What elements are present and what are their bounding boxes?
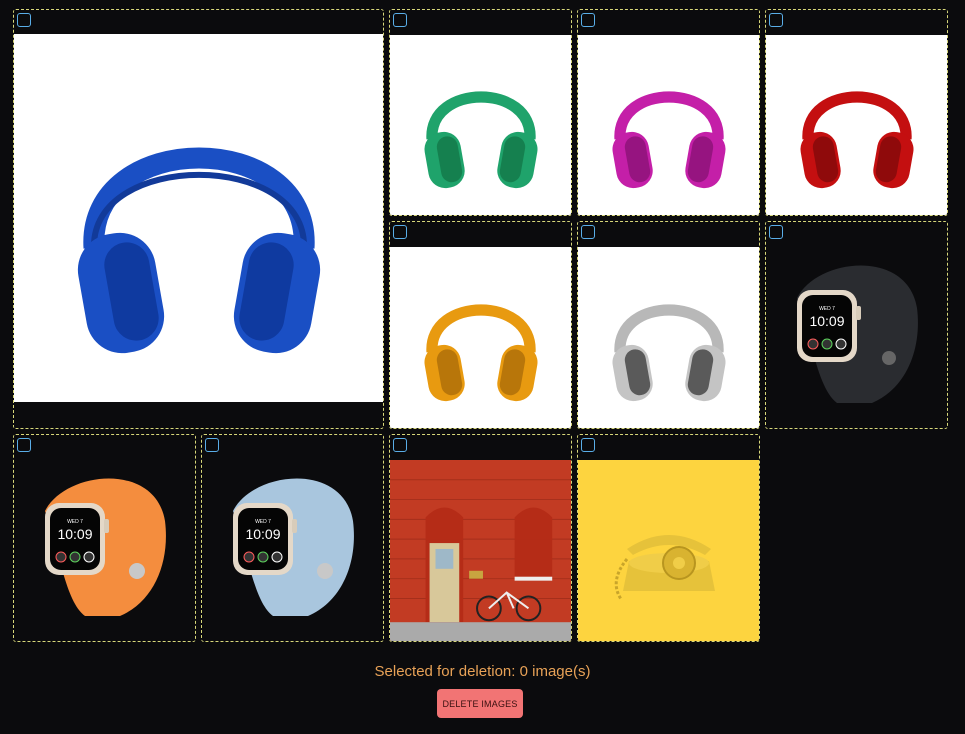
item-header xyxy=(390,10,571,35)
watch-day: WED 7 xyxy=(255,519,271,525)
select-checkbox[interactable] xyxy=(205,438,219,452)
select-checkbox[interactable] xyxy=(393,438,407,452)
headphones-image xyxy=(578,35,759,215)
select-checkbox[interactable] xyxy=(769,225,783,239)
gallery-item-watch-orange[interactable]: WED 7 10:09 xyxy=(13,434,196,642)
select-checkbox[interactable] xyxy=(769,13,783,27)
gallery-item-watch-lightblue[interactable]: WED 7 10:09 xyxy=(201,434,384,642)
item-header xyxy=(390,435,571,460)
watch-time: 10:09 xyxy=(809,313,844,329)
headphones-image xyxy=(390,247,571,428)
watch-image: WED 7 10:09 xyxy=(202,435,383,641)
selection-status: Selected for deletion: 0 image(s) xyxy=(374,663,591,680)
watch-day: WED 7 xyxy=(67,519,83,525)
select-checkbox[interactable] xyxy=(393,13,407,27)
headphones-image xyxy=(390,35,571,215)
item-footer xyxy=(14,402,383,428)
item-header xyxy=(14,10,383,34)
gallery-item-headphones-red[interactable] xyxy=(765,9,948,216)
building-image xyxy=(390,460,571,641)
gallery-item-red-building[interactable] xyxy=(389,434,572,642)
gallery-item-headphones-orange[interactable] xyxy=(389,221,572,429)
watch-image: WED 7 10:09 xyxy=(14,435,195,641)
gallery-item-watch-black[interactable]: WED 7 10:09 xyxy=(765,221,948,429)
select-checkbox[interactable] xyxy=(17,438,31,452)
item-header xyxy=(390,222,571,247)
gallery-item-headphones-magenta[interactable] xyxy=(577,9,760,216)
item-header xyxy=(578,10,759,35)
select-checkbox[interactable] xyxy=(581,225,595,239)
headphones-image xyxy=(578,247,759,428)
telephone-image xyxy=(578,460,759,641)
gallery-item-headphones-green[interactable] xyxy=(389,9,572,216)
select-checkbox[interactable] xyxy=(581,13,595,27)
watch-time: 10:09 xyxy=(57,526,92,542)
select-checkbox[interactable] xyxy=(17,13,31,27)
item-header xyxy=(766,10,947,35)
gallery-item-headphones-silver[interactable] xyxy=(577,221,760,429)
headphones-image xyxy=(766,35,947,215)
headphones-image xyxy=(14,34,383,402)
watch-image: WED 7 10:09 xyxy=(766,222,947,428)
gallery-item-headphones-blue[interactable] xyxy=(13,9,384,429)
delete-images-button[interactable]: DELETE IMAGES xyxy=(437,689,523,718)
watch-time: 10:09 xyxy=(245,526,280,542)
item-header xyxy=(578,222,759,247)
select-checkbox[interactable] xyxy=(393,225,407,239)
select-checkbox[interactable] xyxy=(581,438,595,452)
item-header xyxy=(578,435,759,460)
gallery-item-yellow-telephone[interactable] xyxy=(577,434,760,642)
watch-day: WED 7 xyxy=(819,306,835,312)
